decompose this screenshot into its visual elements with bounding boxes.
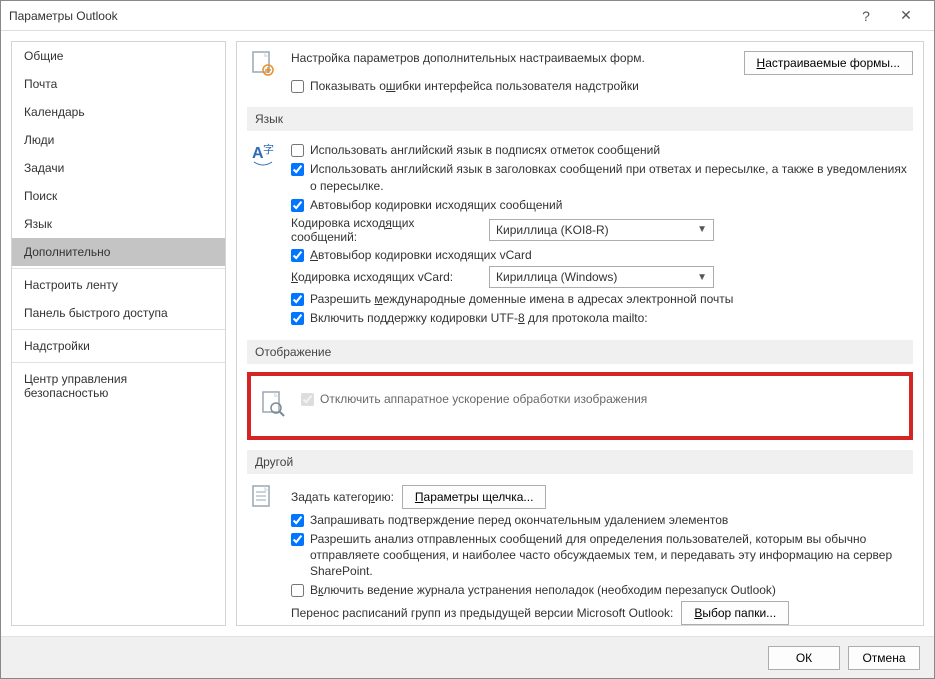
disable-hw-accel-checkbox[interactable] [301, 393, 314, 406]
chevron-down-icon: ▼ [697, 272, 707, 283]
forms-desc: Настройка параметров дополнительных наст… [291, 51, 645, 65]
use-en-signatures-label: Использовать английский язык в подписях … [310, 142, 660, 158]
chevron-down-icon: ▼ [697, 224, 707, 235]
show-addin-errors-label: Показывать ошибки интерфейса пользовател… [310, 78, 639, 94]
show-addin-errors-checkbox[interactable] [291, 80, 304, 93]
svg-text:字: 字 [263, 142, 274, 156]
close-button[interactable]: ✕ [886, 2, 926, 30]
language-icon: A 字 [247, 139, 279, 171]
main-panel: Настройка параметров дополнительных наст… [236, 41, 924, 626]
choose-folder-button[interactable]: Выбор папки... [681, 601, 789, 625]
custom-forms-button-rest: астраиваемые формы... [765, 56, 900, 70]
allow-analysis-label: Разрешить анализ отправленных сообщений … [310, 531, 913, 580]
allow-idn-label: Разрешить международные доменные имена в… [310, 291, 733, 307]
ok-button[interactable]: ОК [768, 646, 840, 670]
other-section: Задать категорию: Параметры щелчка... За… [247, 482, 913, 627]
enc-out-value: Кириллица (KOI8-R) [496, 223, 609, 237]
sidebar-item-quick-access[interactable]: Панель быстрого доступа [12, 299, 225, 327]
enc-vcard-label: Кодировка исходящих vCard: [291, 270, 481, 284]
use-en-headers-label: Использовать английский язык в заголовка… [310, 161, 913, 193]
auto-enc-out-checkbox[interactable] [291, 199, 304, 212]
content-area: Общие Почта Календарь Люди Задачи Поиск … [1, 31, 934, 636]
display-section-header: Отображение [247, 340, 913, 364]
sidebar-item-customize-ribbon[interactable]: Настроить ленту [12, 271, 225, 299]
click-params-button[interactable]: Параметры щелчка... [402, 485, 547, 509]
sidebar-item-advanced[interactable]: Дополнительно [12, 238, 225, 266]
confirm-delete-checkbox[interactable] [291, 514, 304, 527]
set-category-label: Задать категорию: [291, 490, 394, 504]
window-title: Параметры Outlook [9, 9, 846, 23]
sidebar-item-mail[interactable]: Почта [12, 70, 225, 98]
language-section: A 字 Использовать английский язык в подпи… [247, 139, 913, 329]
sidebar-item-search[interactable]: Поиск [12, 182, 225, 210]
auto-enc-out-label: Автовыбор кодировки исходящих сообщений [310, 197, 562, 213]
enable-utf8-label: Включить поддержку кодировки UTF-8 для п… [310, 310, 648, 326]
enable-logging-checkbox[interactable] [291, 584, 304, 597]
highlight-annotation: Отключить аппаратное ускорение обработки… [247, 372, 913, 440]
titlebar: Параметры Outlook ? ✕ [1, 1, 934, 31]
disable-hw-accel-label: Отключить аппаратное ускорение обработки… [320, 391, 647, 407]
enc-vcard-combo[interactable]: Кириллица (Windows) ▼ [489, 266, 714, 288]
sidebar-separator [12, 268, 225, 269]
forms-section: Настройка параметров дополнительных наст… [247, 48, 913, 97]
cancel-button[interactable]: Отмена [848, 646, 920, 670]
other-icon [247, 482, 279, 514]
use-en-signatures-checkbox[interactable] [291, 144, 304, 157]
enc-vcard-value: Кириллица (Windows) [496, 270, 617, 284]
confirm-delete-label: Запрашивать подтверждение перед окончате… [310, 512, 728, 528]
dialog-footer: ОК Отмена [1, 636, 934, 678]
enable-logging-label: Включить ведение журнала устранения непо… [310, 582, 776, 598]
enc-out-label: Кодировка исходящих сообщений: [291, 216, 481, 244]
sidebar-item-addins[interactable]: Надстройки [12, 332, 225, 360]
enc-out-combo[interactable]: Кириллица (KOI8-R) ▼ [489, 219, 714, 241]
custom-forms-button[interactable]: Настраиваемые формы... [744, 51, 913, 75]
display-section: Отключить аппаратное ускорение обработки… [257, 388, 903, 420]
use-en-headers-checkbox[interactable] [291, 163, 304, 176]
language-section-header: Язык [247, 107, 913, 131]
forms-icon [247, 48, 279, 80]
sidebar-item-general[interactable]: Общие [12, 42, 225, 70]
sidebar: Общие Почта Календарь Люди Задачи Поиск … [11, 41, 226, 626]
sidebar-separator [12, 329, 225, 330]
sidebar-item-language[interactable]: Язык [12, 210, 225, 238]
auto-enc-vcard-checkbox[interactable] [291, 249, 304, 262]
sidebar-item-trust-center[interactable]: Центр управления безопасностью [12, 365, 225, 407]
sidebar-item-tasks[interactable]: Задачи [12, 154, 225, 182]
sidebar-item-calendar[interactable]: Календарь [12, 98, 225, 126]
help-button[interactable]: ? [846, 2, 886, 30]
allow-analysis-checkbox[interactable] [291, 533, 304, 546]
sidebar-item-people[interactable]: Люди [12, 126, 225, 154]
display-icon [257, 388, 289, 420]
auto-enc-vcard-label: Автовыбор кодировки исходящих vCard [310, 247, 532, 263]
sidebar-separator [12, 362, 225, 363]
other-section-header: Другой [247, 450, 913, 474]
migrate-label: Перенос расписаний групп из предыдущей в… [291, 606, 673, 620]
allow-idn-checkbox[interactable] [291, 293, 304, 306]
enable-utf8-checkbox[interactable] [291, 312, 304, 325]
